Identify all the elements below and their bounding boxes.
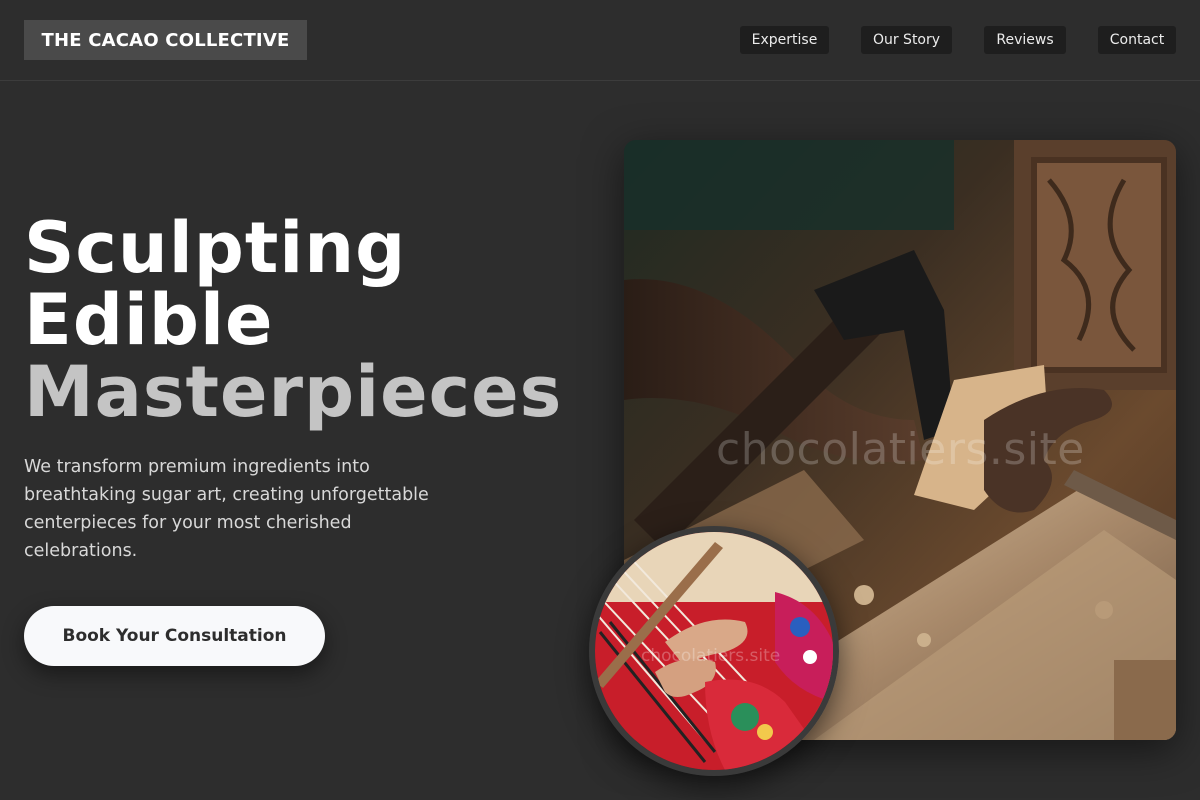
site-header: THE CACAO COLLECTIVE Expertise Our Story… [0,0,1200,81]
main-image-watermark: chocolatiers.site [716,424,1085,475]
nav-our-story-button[interactable]: Our Story [861,26,952,54]
secondary-image-watermark: chocolatiers.site [641,646,781,666]
brand-logo[interactable]: THE CACAO COLLECTIVE [24,20,307,60]
headline-line-2: Edible [24,279,274,361]
weaving-photo: chocolatiers.site [589,526,839,776]
nav-reviews-button[interactable]: Reviews [984,26,1066,54]
book-consultation-button[interactable]: Book Your Consultation [24,606,325,666]
nav-expertise-button[interactable]: Expertise [740,26,829,54]
hero-headline: Sculpting Edible Masterpieces [24,212,604,428]
nav-contact-button[interactable]: Contact [1098,26,1176,54]
headline-line-1: Sculpting [24,207,407,289]
headline-line-3: Masterpieces [24,351,563,433]
hero-description: We transform premium ingredients into br… [24,457,429,561]
